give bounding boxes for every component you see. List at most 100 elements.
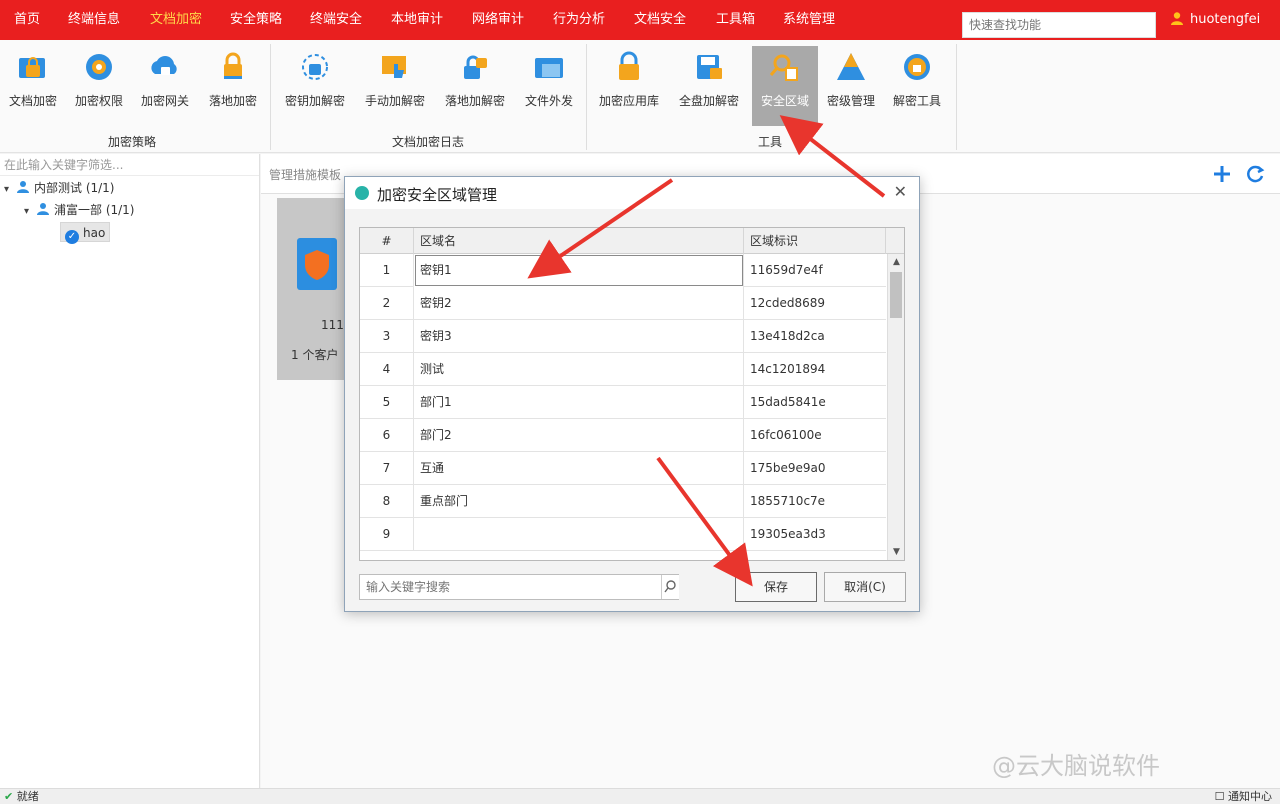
check-circle-icon: ✓ (65, 230, 79, 244)
expand-chevron-icon[interactable]: ▾ (24, 202, 36, 222)
nav-doc-security[interactable]: 文档安全 (634, 0, 686, 40)
zone-name[interactable]: 密钥2 (414, 287, 744, 320)
encrypt-gateway-button[interactable]: 加密网关 (132, 46, 198, 126)
classification-mgmt-button[interactable]: 密级管理 (818, 46, 884, 126)
tree-filter-input[interactable]: 在此输入关键字筛选... (0, 154, 259, 176)
row-number: 3 (360, 320, 414, 353)
table-row[interactable]: 1 密钥1 11659d7e4f (360, 254, 886, 287)
zone-id: 19305ea3d3 (750, 527, 826, 541)
unlock-icon (464, 55, 487, 79)
nav-local-audit[interactable]: 本地审计 (391, 0, 443, 40)
key-decrypt-button[interactable]: 密钥加解密 (282, 46, 348, 126)
ribbon-toolbar: 文档加密 加密权限 加密网关 落地加密 加密策略 密钥加解密 手动加解密 落地加… (0, 40, 1280, 153)
zone-id: 11659d7e4f (750, 263, 823, 277)
chevron-up-icon[interactable]: ▲ (888, 254, 904, 270)
nav-home[interactable]: 首页 (14, 0, 40, 40)
landing-encrypt-button[interactable]: 落地加密 (200, 46, 266, 126)
zone-name[interactable]: 部门2 (414, 419, 744, 452)
dialog-search-input[interactable] (359, 574, 679, 600)
scrollbar-thumb[interactable] (890, 272, 902, 318)
org-tree-panel: 在此输入关键字筛选... ▾ 内部测试 (1/1) ▾ 浦富一部 (1/1) ✓ ha… (0, 154, 260, 788)
refresh-icon[interactable] (1245, 164, 1265, 184)
ribbon-separator (586, 44, 587, 150)
zone-name[interactable] (414, 518, 744, 551)
padlock-icon (224, 52, 242, 79)
user-menu[interactable]: huotengfei (1170, 0, 1260, 40)
table-row[interactable]: 9 19305ea3d3 (360, 518, 886, 551)
notification-center-button[interactable]: ☐ 通知中心 (1215, 789, 1272, 804)
file-send-out-button[interactable]: 文件外发 (516, 46, 582, 126)
close-icon[interactable]: ✕ (894, 182, 907, 201)
dialog-title: 加密安全区域管理 (377, 186, 498, 204)
main-header-text: 管理措施模板 (269, 168, 342, 182)
group-icon (17, 181, 29, 193)
column-header-id[interactable]: 区域标识 (744, 228, 886, 254)
row-number: 8 (360, 485, 414, 518)
nav-terminal-info[interactable]: 终端信息 (68, 0, 120, 40)
pyramid-icon (837, 53, 865, 80)
ribbon-separator (956, 44, 957, 150)
cloud-lock-icon (151, 56, 177, 75)
user-icon (1171, 12, 1183, 25)
table-row[interactable]: 6 部门2 16fc06100e (360, 419, 886, 452)
table-row[interactable]: 7 互通 175be9e9a0 (360, 452, 886, 485)
nav-terminal-security[interactable]: 终端安全 (310, 0, 362, 40)
table-row[interactable]: 3 密钥3 13e418d2ca (360, 320, 886, 353)
nav-security-policy[interactable]: 安全策略 (230, 0, 282, 40)
expand-chevron-icon[interactable]: ▾ (4, 180, 16, 200)
full-disk-decrypt-button[interactable]: 全盘加解密 (676, 46, 742, 126)
encrypt-permission-button[interactable]: 加密权限 (66, 46, 132, 126)
classification-mgmt-label: 密级管理 (826, 94, 875, 108)
nav-network-audit[interactable]: 网络审计 (472, 0, 524, 40)
zone-name[interactable]: 部门1 (414, 386, 744, 419)
table-header: # 区域名 区域标识 (360, 228, 904, 254)
chevron-down-icon[interactable]: ▼ (888, 544, 904, 560)
cancel-button[interactable]: 取消(C) (824, 572, 906, 602)
full-disk-decrypt-label: 全盘加解密 (678, 94, 739, 108)
table-row[interactable]: 5 部门1 15dad5841e (360, 386, 886, 419)
row-number: 1 (360, 254, 414, 287)
security-zone-button[interactable]: 安全区域 (752, 46, 818, 126)
encrypt-permission-label: 加密权限 (74, 94, 123, 108)
zone-name[interactable]: 互通 (414, 452, 744, 485)
encrypt-app-library-label: 加密应用库 (598, 94, 659, 108)
table-scrollbar[interactable]: ▲ ▼ (887, 254, 904, 560)
nav-toolbox[interactable]: 工具箱 (716, 0, 755, 40)
watermark: @云大脑说软件 (992, 752, 1160, 780)
plus-icon[interactable] (1212, 164, 1232, 184)
top-nav: 首页 终端信息 文档加密 安全策略 终端安全 本地审计 网络审计 行为分析 文档… (0, 0, 1280, 40)
nav-system-admin[interactable]: 系统管理 (783, 0, 835, 40)
tree-node-dept[interactable]: ▾ 浦富一部 (1/1) (24, 200, 135, 220)
search-icon[interactable] (661, 575, 679, 599)
manual-decrypt-button[interactable]: 手动加解密 (362, 46, 428, 126)
manual-decrypt-label: 手动加解密 (364, 94, 425, 108)
shield-icon (297, 238, 337, 290)
zone-name[interactable]: 重点部门 (414, 485, 744, 518)
zone-name-editor[interactable]: 密钥1 (414, 254, 744, 287)
zone-name[interactable]: 密钥3 (414, 320, 744, 353)
landing-decrypt-button[interactable]: 落地加解密 (442, 46, 508, 126)
tree-node-user[interactable]: ✓ hao (60, 222, 111, 244)
tree-node-user-label: hao (83, 226, 106, 240)
table-row[interactable]: 8 重点部门 1855710c7e (360, 485, 886, 518)
shield-lock-icon (904, 54, 930, 80)
zone-name[interactable]: 测试 (414, 353, 744, 386)
nav-behavior-analysis[interactable]: 行为分析 (553, 0, 605, 40)
search-doc-icon (769, 54, 798, 81)
save-button[interactable]: 保存 (735, 572, 817, 602)
tree-node-root-label: 内部测试 (1/1) (34, 181, 115, 195)
row-number: 5 (360, 386, 414, 419)
table-row[interactable]: 4 测试 14c1201894 (360, 353, 886, 386)
row-number: 4 (360, 353, 414, 386)
ribbon-separator (270, 44, 271, 150)
encrypt-app-library-button[interactable]: 加密应用库 (596, 46, 662, 126)
column-header-name[interactable]: 区域名 (414, 228, 744, 254)
table-row[interactable]: 2 密钥2 12cded8689 (360, 287, 886, 320)
decrypt-tool-button[interactable]: 解密工具 (884, 46, 950, 126)
column-header-no[interactable]: # (360, 228, 414, 254)
quick-search-input[interactable] (962, 12, 1156, 38)
doc-encrypt-button[interactable]: 文档加密 (0, 46, 66, 126)
group-label-tools: 工具 (757, 135, 782, 149)
tree-node-root[interactable]: ▾ 内部测试 (1/1) (4, 178, 115, 198)
nav-doc-encryption[interactable]: 文档加密 (150, 0, 202, 40)
